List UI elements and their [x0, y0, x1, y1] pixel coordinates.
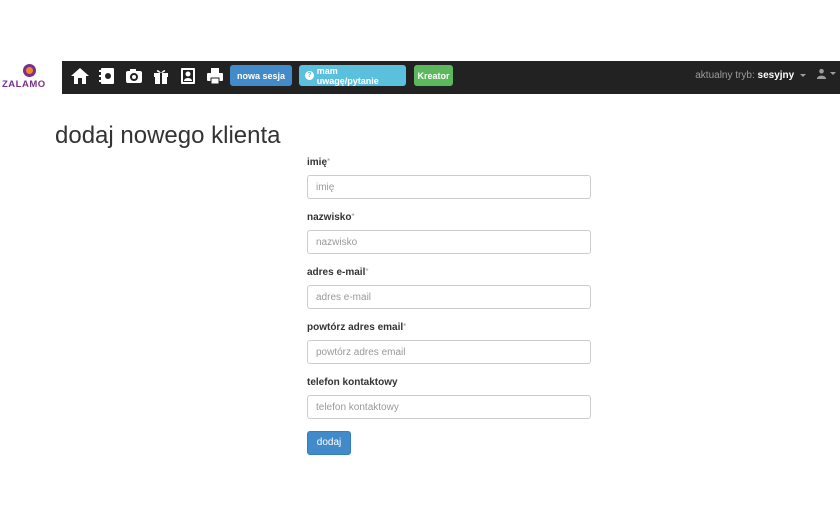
email-field: adres e-mail* [307, 267, 591, 309]
brand-logo[interactable]: ZALAMO [0, 61, 62, 94]
feedback-label: mam uwagę/pytanie [316, 65, 379, 86]
contacts-icon[interactable] [95, 64, 119, 88]
required-mark-icon: * [327, 157, 331, 166]
new-session-label: nowa sesja [236, 70, 286, 81]
first-name-field: imię* [307, 157, 591, 199]
user-menu[interactable] [816, 68, 836, 79]
gift-icon[interactable] [149, 64, 173, 88]
phone-field: telefon kontaktowy [307, 377, 591, 419]
chevron-down-icon [800, 73, 806, 77]
phone-label: telefon kontaktowy [307, 377, 398, 388]
add-button[interactable]: dodaj [307, 430, 351, 455]
first-name-input[interactable] [307, 175, 591, 199]
print-icon[interactable] [203, 64, 227, 88]
mode-selector[interactable]: aktualny tryb: sesyjny [695, 70, 806, 81]
question-icon: ? [305, 71, 314, 80]
phone-input[interactable] [307, 395, 591, 419]
required-mark-icon: * [403, 322, 407, 331]
last-name-label: nazwisko* [307, 212, 355, 223]
mode-label: aktualny tryb: [695, 70, 755, 81]
page-title: dodaj nowego klienta [55, 122, 281, 149]
required-mark-icon: * [365, 267, 369, 276]
wizard-label: Kreator [417, 70, 450, 81]
add-client-form: imię* nazwisko* adres e-mail* powtórz ad… [307, 157, 591, 455]
first-name-label: imię* [307, 157, 331, 168]
email-label: adres e-mail* [307, 267, 369, 278]
home-icon[interactable] [68, 64, 92, 88]
email-input[interactable] [307, 285, 591, 309]
user-chevron-down-icon [830, 72, 836, 75]
required-mark-icon: * [351, 212, 355, 221]
email-confirm-input[interactable] [307, 340, 591, 364]
feedback-button[interactable]: ? mam uwagę/pytanie [299, 65, 406, 86]
portrait-icon[interactable] [176, 64, 200, 88]
logo-mark-icon [23, 64, 36, 77]
email-confirm-field: powtórz adres email* [307, 322, 591, 364]
mode-value: sesyjny [757, 70, 795, 81]
camera-icon[interactable] [122, 64, 146, 88]
email-confirm-label: powtórz adres email* [307, 322, 407, 333]
new-session-button[interactable]: nowa sesja [230, 65, 292, 86]
wizard-button[interactable]: Kreator [414, 65, 453, 86]
brand-name: ZALAMO [2, 79, 46, 90]
last-name-field: nazwisko* [307, 212, 591, 254]
user-icon [816, 68, 827, 79]
last-name-input[interactable] [307, 230, 591, 254]
